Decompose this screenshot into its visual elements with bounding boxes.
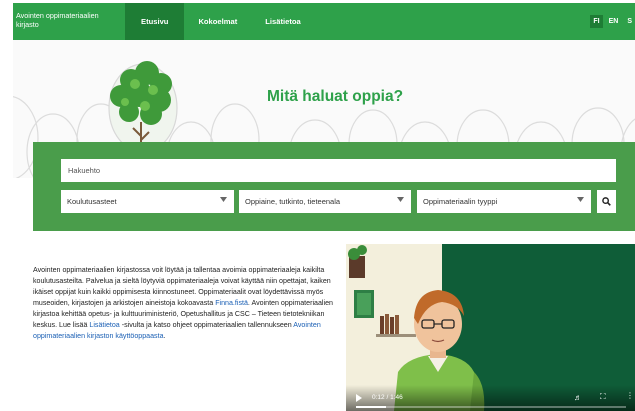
filter-oppiaine[interactable]: Oppiaine, tutkinto, tieteenala	[239, 190, 411, 213]
filter-oppimateriaalin-tyyppi[interactable]: Oppimateriaalin tyyppi	[417, 190, 591, 213]
link-lisatietoa[interactable]: Lisätietoa	[89, 321, 119, 329]
video-progress-bar[interactable]	[356, 406, 626, 408]
more-options-icon[interactable]: ⋮	[626, 391, 634, 400]
lang-en[interactable]: EN	[606, 15, 622, 28]
search-placeholder: Hakuehto	[68, 166, 101, 175]
filter-label: Koulutusasteet	[67, 197, 117, 206]
fullscreen-icon[interactable]: ⛶	[600, 392, 606, 402]
brand-line-2: kirjasto	[16, 20, 39, 29]
main-nav: Etusivu Kokoelmat Lisätietoa	[125, 3, 315, 40]
video-time: 0:12 / 1:46	[372, 394, 403, 401]
magnifier-icon	[602, 197, 611, 206]
site-logo[interactable]: Avointen oppimateriaalien kirjasto	[13, 3, 125, 40]
language-switcher: FI EN S	[590, 3, 635, 40]
filter-label: Oppimateriaalin tyyppi	[423, 197, 498, 206]
nav-lisatietoa[interactable]: Lisätietoa	[251, 3, 314, 40]
chevron-down-icon	[397, 197, 404, 202]
nav-kokoelmat[interactable]: Kokoelmat	[184, 3, 251, 40]
intro-text-4: .	[163, 332, 166, 340]
link-finna[interactable]: Finna.fistä	[215, 299, 248, 307]
filter-label: Oppiaine, tutkinto, tieteenala	[245, 197, 341, 206]
video-controls: 0:12 / 1:46 ♬ ⛶ ⋮	[346, 385, 635, 411]
lang-sv[interactable]: S	[624, 15, 635, 28]
video-progress-fill	[356, 406, 386, 408]
chevron-down-icon	[220, 197, 227, 202]
hero-title: Mitä haluat oppia?	[267, 88, 404, 105]
chevron-down-icon	[577, 197, 584, 202]
search-button[interactable]	[597, 190, 616, 213]
search-input[interactable]: Hakuehto	[61, 159, 616, 182]
brand-line-1: Avointen oppimateriaalien	[16, 11, 99, 20]
nav-etusivu[interactable]: Etusivu	[125, 3, 185, 40]
intro-text-3: -sivulta ja katso ohjeet oppimateriaalie…	[119, 321, 294, 329]
search-panel: Hakuehto Koulutusasteet Oppiaine, tutkin…	[33, 142, 635, 231]
filter-koulutusasteet[interactable]: Koulutusasteet	[61, 190, 234, 213]
intro-paragraph: Avointen oppimateriaalien kirjastossa vo…	[33, 265, 343, 342]
lang-fi[interactable]: FI	[590, 15, 603, 28]
top-navigation-bar: Avointen oppimateriaalien kirjasto Etusi…	[13, 3, 635, 40]
play-icon[interactable]	[356, 394, 362, 402]
intro-video[interactable]: 0:12 / 1:46 ♬ ⛶ ⋮	[346, 244, 635, 411]
volume-icon[interactable]: ♬	[574, 393, 582, 402]
